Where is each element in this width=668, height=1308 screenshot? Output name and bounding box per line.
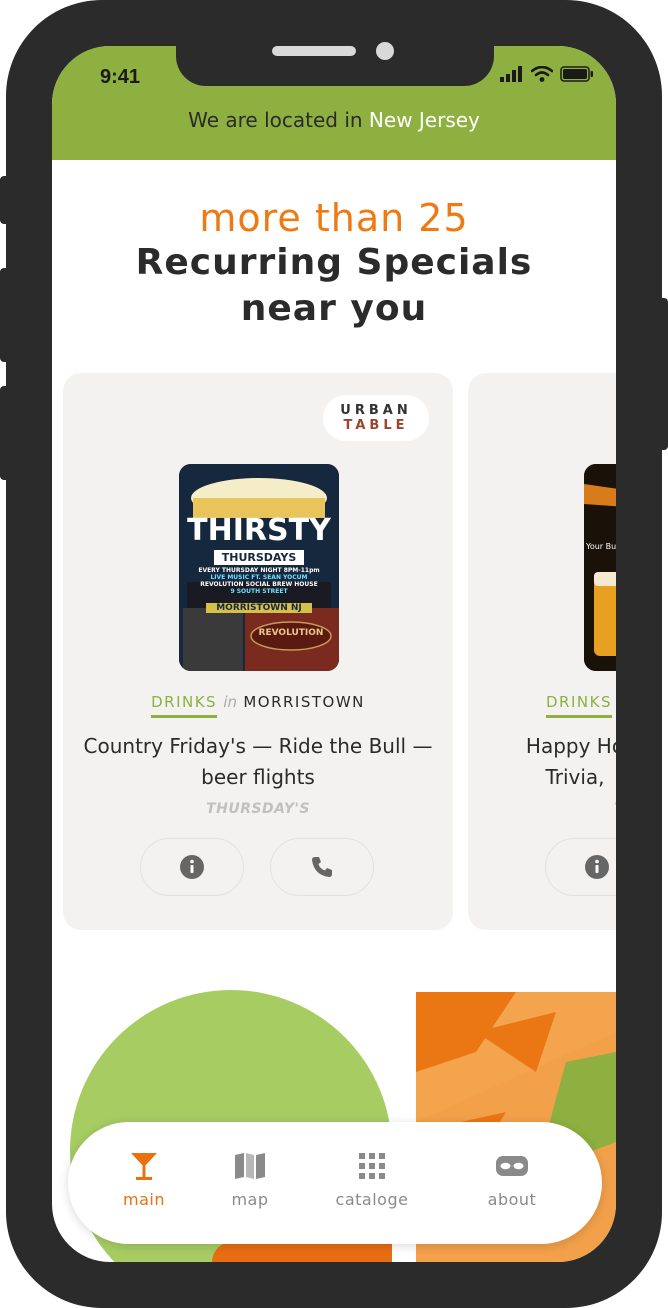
tab-about-label: about <box>487 1190 537 1209</box>
mask-icon <box>496 1156 528 1176</box>
headline-line-1: Recurring Specials <box>135 242 533 283</box>
grid-icon <box>359 1153 385 1179</box>
tab-map[interactable]: map <box>218 1148 282 1209</box>
location-banner: We are located in New Jersey <box>52 108 616 132</box>
city-label[interactable]: MORRISTOWN <box>243 693 365 711</box>
phone-icon <box>312 857 332 877</box>
venue-logo-line-2: TABLE <box>343 418 409 433</box>
info-icon <box>180 855 204 879</box>
poster-title: THIRSTY <box>187 513 331 548</box>
tab-cataloge-label: cataloge <box>335 1190 409 1209</box>
volume-up-button <box>0 268 8 362</box>
category-line: DRINKS in MORRISTOWN <box>63 693 453 718</box>
power-button <box>660 298 668 450</box>
category-connector: in <box>223 693 238 711</box>
call-button[interactable] <box>270 838 374 896</box>
venue-logo-line-1: URBAN <box>340 403 412 418</box>
map-icon <box>235 1153 265 1179</box>
info-button[interactable] <box>140 838 244 896</box>
location-prefix: We are located in <box>188 108 363 132</box>
poster-line-5: MORRISTOWN NJ <box>206 603 312 613</box>
special-card[interactable]: URBAN TABLE THIRSTY THURSDAYS EVERY THUR… <box>63 373 453 930</box>
poster-caption: Your Busin <box>586 542 616 551</box>
silent-switch <box>0 176 8 224</box>
poster-line-1: EVERY THURSDAY NIGHT 8PM-11pm <box>198 567 320 574</box>
volume-down-button <box>0 386 8 480</box>
category-label[interactable]: DRINKS <box>546 693 612 718</box>
poster-artwork <box>584 464 616 671</box>
hero-headline: more than 25 Recurring Specials near you <box>52 196 616 332</box>
poster-line-3: REVOLUTION SOCIAL BREW HOUSE <box>200 581 318 588</box>
event-poster[interactable]: Your Busin <box>584 464 616 671</box>
special-day: T <box>614 801 616 817</box>
category-line: DRINKS <box>546 693 616 718</box>
headline-accent: more than 25 <box>199 196 469 240</box>
status-time: 9:41 <box>100 66 141 88</box>
headline-line-2: near you <box>240 288 428 329</box>
location-name[interactable]: New Jersey <box>369 108 480 132</box>
bottom-tab-bar: main map cataloge about <box>68 1122 602 1244</box>
app-screen: 9:41 We are located in New Jersey more t… <box>52 46 616 1262</box>
tab-main-label: main <box>123 1190 165 1209</box>
info-icon <box>585 855 609 879</box>
tab-cataloge[interactable]: cataloge <box>324 1148 420 1209</box>
tab-about[interactable]: about <box>476 1148 548 1209</box>
wifi-icon <box>531 66 553 82</box>
poster-line-4: 9 SOUTH STREET <box>230 588 288 595</box>
tab-main[interactable]: main <box>112 1148 176 1209</box>
poster-line-2: LIVE MUSIC FT. SEAN YOCUM <box>210 574 308 581</box>
battery-icon <box>560 66 593 82</box>
poster-text: THIRSTY THURSDAYS EVERY THURSDAY NIGHT 8… <box>179 516 339 614</box>
cocktail-icon <box>131 1153 157 1180</box>
poster-subtitle: THURSDAYS <box>213 550 305 565</box>
special-day: THURSDAY'S <box>206 801 310 817</box>
special-card[interactable]: Your Busin DRINKS Happy Ho Trivia, T <box>468 373 616 930</box>
cellular-signal-icon <box>500 66 522 82</box>
event-poster[interactable]: THIRSTY THURSDAYS EVERY THURSDAY NIGHT 8… <box>179 464 339 671</box>
info-button[interactable] <box>545 838 616 896</box>
special-title: Country Friday's — Ride the Bull — beer … <box>83 734 433 789</box>
venue-logo: URBAN TABLE <box>323 395 429 441</box>
special-title: Happy Ho Trivia, <box>525 734 616 789</box>
status-icons <box>500 66 594 82</box>
decorative-orange-bar <box>212 1242 392 1262</box>
tab-map-label: map <box>231 1190 269 1209</box>
category-label[interactable]: DRINKS <box>151 693 218 718</box>
poster-badge: REVOLUTION <box>258 628 324 638</box>
speaker <box>272 46 356 56</box>
front-camera <box>376 42 394 60</box>
